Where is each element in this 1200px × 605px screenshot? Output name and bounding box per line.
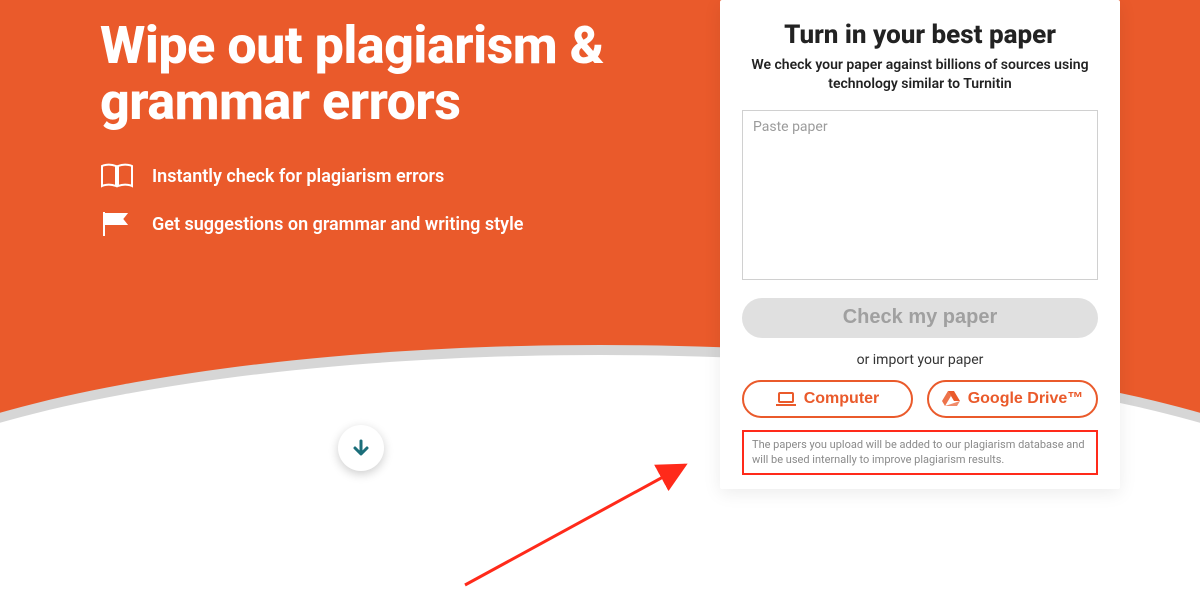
flag-icon — [100, 210, 134, 238]
import-computer-label: Computer — [804, 390, 880, 408]
card-title: Turn in your best paper — [742, 20, 1098, 50]
feature-grammar: Get suggestions on grammar and writing s… — [100, 210, 650, 238]
check-paper-card: Turn in your best paper We check your pa… — [720, 0, 1120, 489]
book-icon — [100, 162, 134, 190]
import-gdrive-label: Google Drive™ — [968, 390, 1084, 408]
disclaimer-box: The papers you upload will be added to o… — [742, 430, 1098, 476]
arrow-down-icon — [351, 438, 371, 458]
check-paper-button[interactable]: Check my paper — [742, 298, 1098, 338]
import-computer-button[interactable]: Computer — [742, 380, 913, 418]
feature-plagiarism: Instantly check for plagiarism errors — [100, 162, 650, 190]
paste-paper-input[interactable] — [742, 110, 1098, 280]
import-gdrive-button[interactable]: Google Drive™ — [927, 380, 1098, 418]
card-subtitle: We check your paper against billions of … — [742, 56, 1098, 94]
hero-headline: Wipe out plagiarism & grammar errors — [100, 18, 650, 130]
import-or-text: or import your paper — [742, 352, 1098, 368]
scroll-down-button[interactable] — [338, 425, 384, 471]
laptop-icon — [776, 392, 796, 406]
feature-label: Instantly check for plagiarism errors — [152, 166, 444, 187]
gdrive-icon — [942, 391, 960, 407]
feature-label: Get suggestions on grammar and writing s… — [152, 214, 523, 235]
disclaimer-text: The papers you upload will be added to o… — [752, 438, 1088, 468]
